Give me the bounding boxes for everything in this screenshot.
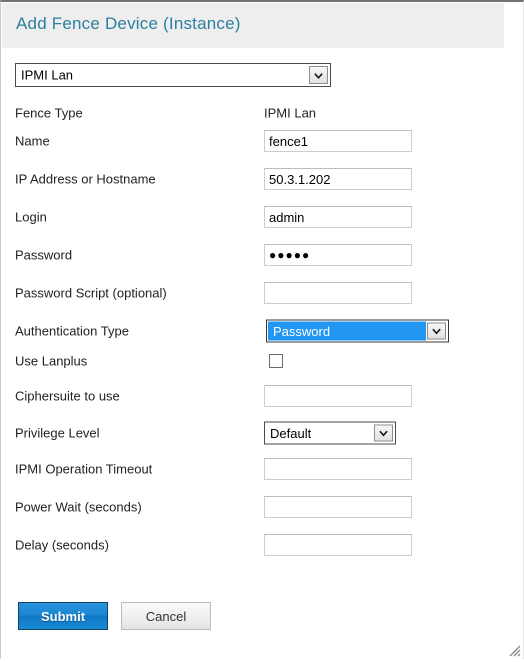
field-label: Ciphersuite to use <box>15 388 120 404</box>
authentication-type-value: Password <box>273 323 331 339</box>
form-row-use-lanplus: Use Lanplus <box>1 342 505 380</box>
form-row-privilege-level: Privilege Level Default <box>1 414 505 452</box>
privilege-level-selector[interactable]: Default <box>264 421 396 445</box>
resize-grip-icon[interactable] <box>505 641 521 657</box>
field-label: IPMI Operation Timeout <box>15 461 153 477</box>
field-label: Password Script (optional) <box>15 285 167 301</box>
field-label: Power Wait (seconds) <box>15 499 142 515</box>
login-input[interactable] <box>264 206 412 228</box>
privilege-level-value: Default <box>270 425 312 441</box>
field-label: Password <box>15 247 73 263</box>
ip-address-input[interactable] <box>264 168 412 190</box>
chevron-down-icon <box>427 322 446 340</box>
chevron-down-icon <box>374 424 393 442</box>
field-label: IP Address or Hostname <box>15 171 156 187</box>
form-row-password: Password <box>1 236 505 274</box>
form-row-ip-address: IP Address or Hostname <box>1 160 505 198</box>
password-input[interactable] <box>264 244 412 266</box>
add-fence-device-dialog: Add Fence Device (Instance) IPMI Lan Fen… <box>0 0 524 659</box>
power-wait-input[interactable] <box>264 496 412 518</box>
form-row-ciphersuite: Ciphersuite to use <box>1 377 505 415</box>
field-label: Delay (seconds) <box>15 537 109 553</box>
use-lanplus-checkbox[interactable] <box>269 354 283 368</box>
form-row-power-wait: Power Wait (seconds) <box>1 488 505 526</box>
ciphersuite-input[interactable] <box>264 385 412 407</box>
submit-button[interactable]: Submit <box>18 602 108 630</box>
page-title: Add Fence Device (Instance) <box>16 14 241 33</box>
form-row-delay: Delay (seconds) <box>1 526 505 564</box>
name-input[interactable] <box>264 130 412 152</box>
field-label: Name <box>15 133 50 149</box>
form-row-name: Name <box>1 122 505 160</box>
fence-type-selector-value: IPMI Lan <box>21 67 74 83</box>
field-label: Use Lanplus <box>15 353 88 369</box>
fence-type-selector[interactable]: IPMI Lan <box>15 63 331 87</box>
password-script-input[interactable] <box>264 282 412 304</box>
field-label: Privilege Level <box>15 425 100 441</box>
dialog-button-bar: Submit Cancel <box>1 599 505 639</box>
form-row-ipmi-operation-timeout: IPMI Operation Timeout <box>1 450 505 488</box>
chevron-down-icon <box>309 66 328 84</box>
cancel-button[interactable]: Cancel <box>121 602 211 630</box>
field-label: Fence Type <box>15 105 83 121</box>
field-label: Authentication Type <box>15 323 129 339</box>
dialog-header: Add Fence Device (Instance) <box>2 3 504 48</box>
delay-input[interactable] <box>264 534 412 556</box>
field-label: Login <box>15 209 47 225</box>
form-row-password-script: Password Script (optional) <box>1 274 505 312</box>
fence-type-value: IPMI Lan <box>264 105 317 121</box>
form-row-login: Login <box>1 198 505 236</box>
ipmi-operation-timeout-input[interactable] <box>264 458 412 480</box>
authentication-type-selector[interactable]: Password <box>266 319 449 343</box>
